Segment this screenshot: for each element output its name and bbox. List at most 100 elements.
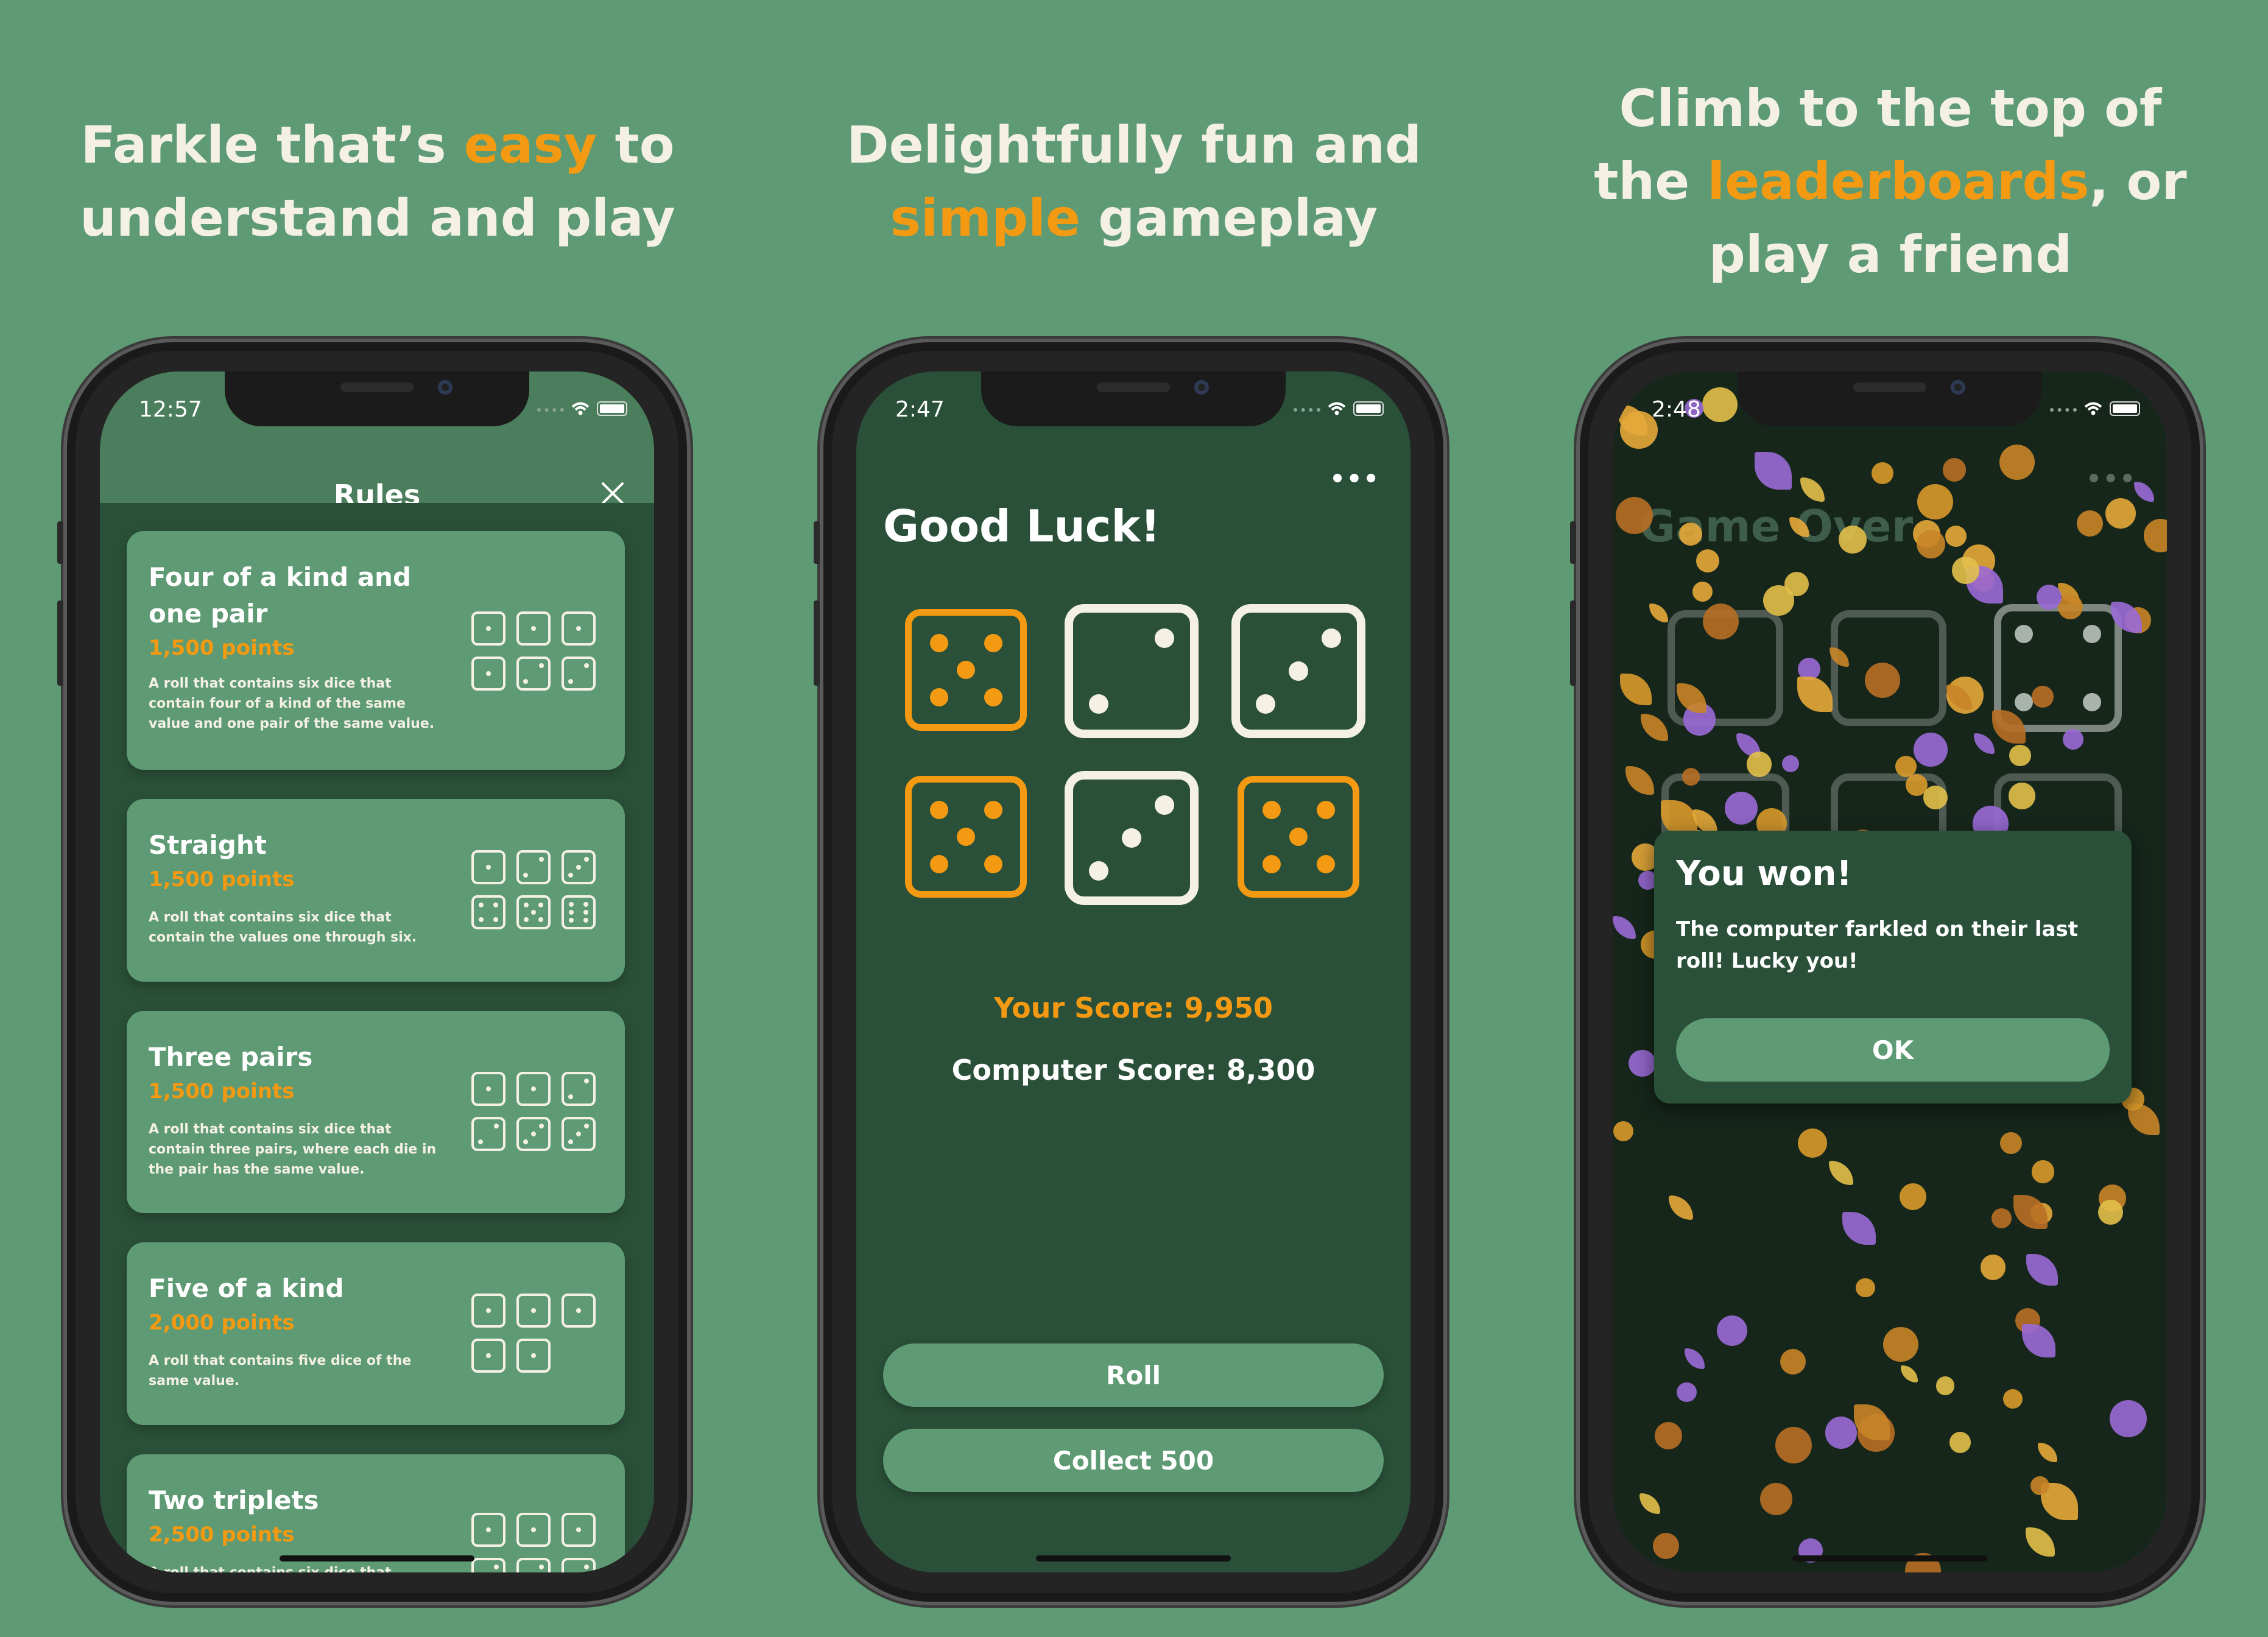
pip [531,1086,536,1091]
mini-die [471,895,505,929]
rule-points: 2,500 points [149,1523,295,1547]
rule-name: Four of a kind and one pair [149,562,412,628]
die[interactable] [1065,771,1199,905]
pip [569,918,574,923]
pip [568,1094,573,1100]
die-held[interactable] [905,776,1027,898]
confetti-piece [1935,1376,1955,1395]
pip [523,1139,528,1145]
mini-die [562,657,596,691]
battery-icon [597,401,627,416]
dice-example [471,1072,596,1151]
confetti-piece [1895,755,1917,777]
pip [584,1078,590,1083]
wifi-icon [571,402,590,415]
win-alert: You won! The computer farkled on their l… [1654,831,2132,1104]
home-indicator[interactable] [1792,1555,1987,1561]
rule-points: 2,000 points [149,1311,295,1335]
notch [981,371,1286,426]
phone-gameplay: 2:47 ••• Good Luck! Your Score: 9,950 Co… [814,339,1447,1605]
rule-card: Straight 1,500 points A roll that contai… [127,799,625,982]
rule-card: Three pairs 1,500 points A roll that con… [127,1011,625,1213]
collect-button[interactable]: Collect 500 [883,1429,1384,1492]
pip [984,688,1002,706]
roll-button[interactable]: Roll [883,1343,1384,1407]
confetti-piece [2036,584,2062,610]
battery-icon [1353,401,1384,416]
status-icons [2050,400,2140,418]
pip [493,903,498,907]
confetti-piece [1951,557,1979,585]
signal-icon [1294,408,1320,418]
pip [568,1139,573,1145]
pip [524,917,529,922]
confetti-piece [2031,1160,2055,1184]
mini-die [516,1558,551,1572]
ok-button[interactable]: OK [1676,1018,2110,1082]
more-icon[interactable]: ••• [2086,465,2136,493]
mini-die [516,657,551,691]
pip [1316,800,1335,819]
home-indicator[interactable] [1036,1555,1231,1561]
rule-points: 1,500 points [149,867,295,892]
pip [576,1308,581,1313]
mini-die [516,850,551,884]
pip [576,626,581,631]
confetti-piece [1883,1326,1918,1362]
pip [486,1527,491,1532]
rule-desc: A roll that contains six dice that conta… [149,676,435,731]
die[interactable] [1231,604,1365,738]
die-held[interactable] [905,609,1027,731]
confetti-piece [2030,1476,2049,1496]
rule-desc: A roll that contains five dice of the sa… [149,1353,412,1389]
pip [477,1139,483,1145]
mini-die [516,895,551,929]
confetti-piece [1980,1255,2006,1280]
pip [568,679,573,685]
die-held[interactable] [1238,776,1359,898]
confetti-piece [1923,785,1948,810]
pip [584,856,590,862]
confetti-piece [1856,1278,1875,1298]
pip [1154,628,1174,649]
alert-message: The computer farkled on their last roll!… [1676,917,2078,973]
pip [957,661,975,679]
more-icon[interactable]: ••• [1329,465,1380,493]
die[interactable] [1065,604,1199,738]
confetti-piece [1702,604,1739,640]
mini-die [562,1117,596,1151]
status-time: 2:47 [895,397,945,422]
pip [494,1123,499,1128]
pip [486,865,491,870]
mini-die [471,1513,505,1547]
pip [486,1086,491,1091]
pip [576,1527,581,1532]
confetti-piece [2031,685,2054,708]
pip [538,917,543,922]
confetti-piece [1865,662,1901,698]
game-title: Game Over [1639,501,1914,552]
pip [1289,661,1308,681]
home-indicator[interactable] [280,1555,474,1561]
pip [538,903,543,907]
mini-die [562,1072,596,1106]
pip [539,1564,544,1569]
mini-die [562,1294,596,1328]
rules-list[interactable]: Four of a kind and one pair 1,500 points… [100,503,654,1572]
pip [1316,854,1335,873]
phone-rules: 12:57 Rules Four of a kind and one pair … [57,339,691,1605]
mini-die [562,895,596,929]
pip [1089,694,1109,714]
mini-die [471,1294,505,1328]
confetti-piece [1999,1132,2022,1155]
confetti-piece [1780,1348,1806,1375]
confetti-piece [2109,1400,2147,1438]
pip [523,873,528,878]
pip [1321,628,1341,649]
pip [929,688,948,706]
your-score: Your Score: 9,950 [994,991,1273,1024]
pip [984,854,1002,873]
status-time: 2:48 [1652,397,1701,422]
confetti-piece [1628,1049,1656,1077]
confetti-piece [1917,530,1945,559]
